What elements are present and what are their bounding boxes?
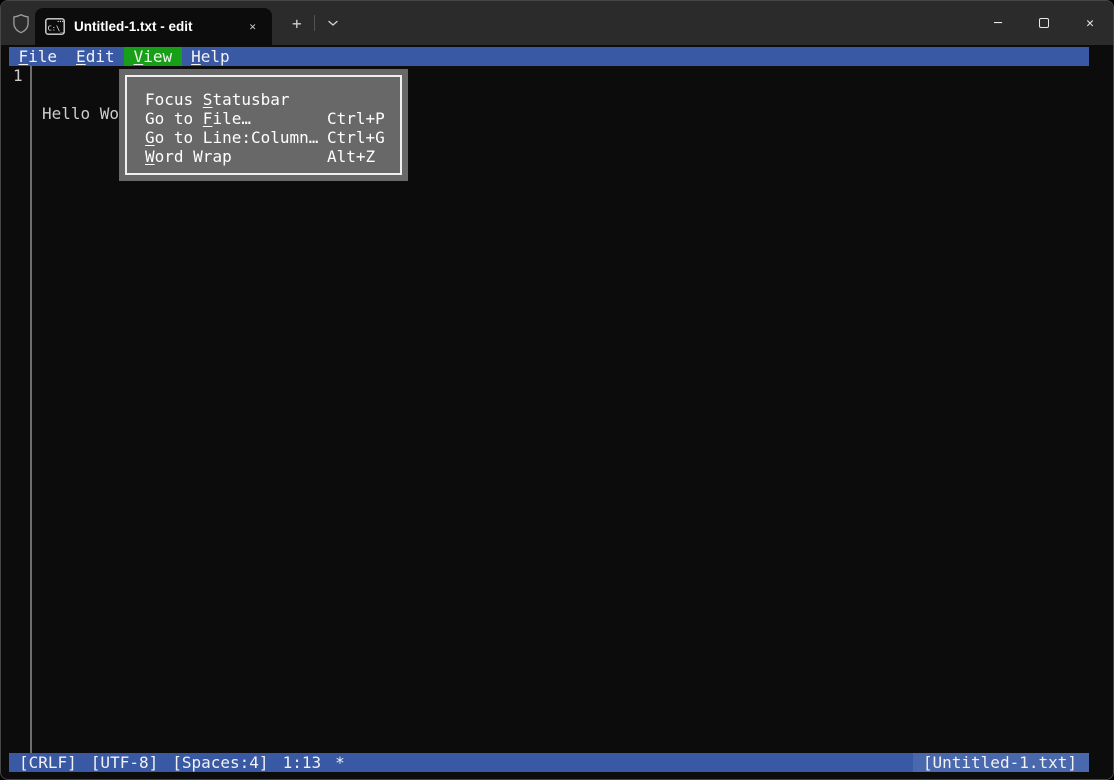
menuitem-go-to-file[interactable]: Go to File… Ctrl+P: [127, 109, 400, 128]
menuitem-shortcut: Alt+Z: [327, 147, 376, 166]
maximize-button[interactable]: [1021, 1, 1067, 45]
close-icon: ✕: [1086, 15, 1094, 31]
view-menu-dropdown-frame: Focus Statusbar Go to File… Ctrl+P Go to…: [125, 75, 402, 175]
chevron-down-icon: [327, 16, 339, 31]
menu-file[interactable]: File: [9, 47, 67, 66]
admin-shield-icon: [11, 12, 31, 35]
menu-bar: File Edit View Help: [9, 47, 1089, 66]
tab-title: Untitled-1.txt - edit: [74, 19, 193, 34]
menu-help[interactable]: Help: [182, 47, 240, 66]
tab-dropdown-button[interactable]: [319, 14, 347, 33]
terminal-window: C:\_ Untitled-1.txt - edit ✕ + ─ ✕ File …: [0, 0, 1114, 780]
status-modified-indicator: *: [335, 753, 345, 772]
tab-close-icon[interactable]: ✕: [243, 17, 262, 36]
status-indentation[interactable]: [Spaces:4]: [172, 753, 268, 772]
titlebar-divider: [313, 15, 315, 31]
menuitem-go-to-line-column[interactable]: Go to Line:Column… Ctrl+G: [127, 128, 400, 147]
menuitem-shortcut: Ctrl+G: [327, 128, 385, 147]
close-button[interactable]: ✕: [1067, 1, 1113, 45]
line-number-gutter: 1: [9, 66, 32, 753]
line-number: 1: [13, 66, 23, 85]
svg-text:C:\_: C:\_: [48, 25, 65, 33]
command-prompt-icon: C:\_: [45, 18, 65, 35]
view-menu-dropdown: Focus Statusbar Go to File… Ctrl+P Go to…: [119, 69, 408, 181]
status-encoding[interactable]: [UTF-8]: [91, 753, 158, 772]
status-cursor-position[interactable]: 1:13: [283, 753, 322, 772]
new-tab-button[interactable]: +: [284, 12, 310, 35]
minimize-icon: ─: [994, 15, 1002, 31]
menuitem-word-wrap[interactable]: Word Wrap Alt+Z: [127, 147, 400, 166]
titlebar: C:\_ Untitled-1.txt - edit ✕ + ─ ✕: [1, 1, 1113, 45]
status-line-ending[interactable]: [CRLF]: [19, 753, 77, 772]
menu-view[interactable]: View: [124, 47, 182, 66]
status-bar: [CRLF] [UTF-8] [Spaces:4] 1:13 * [Untitl…: [9, 753, 1089, 772]
status-filename[interactable]: [Untitled-1.txt]: [912, 753, 1089, 772]
menu-edit[interactable]: Edit: [67, 47, 125, 66]
statusbar-spacer: [359, 753, 913, 772]
menuitem-focus-statusbar[interactable]: Focus Statusbar: [127, 90, 400, 109]
minimize-button[interactable]: ─: [975, 1, 1021, 45]
terminal-tab[interactable]: C:\_ Untitled-1.txt - edit ✕: [35, 8, 272, 45]
menuitem-shortcut: [327, 90, 382, 109]
maximize-icon: [1039, 18, 1049, 28]
terminal-content: File Edit View Help 1 Hello Wo Focus Sta…: [1, 45, 1113, 779]
menuitem-shortcut: Ctrl+P: [327, 109, 385, 128]
editor-body: 1 Hello Wo Focus Statusbar Go to File… C…: [9, 66, 1089, 753]
